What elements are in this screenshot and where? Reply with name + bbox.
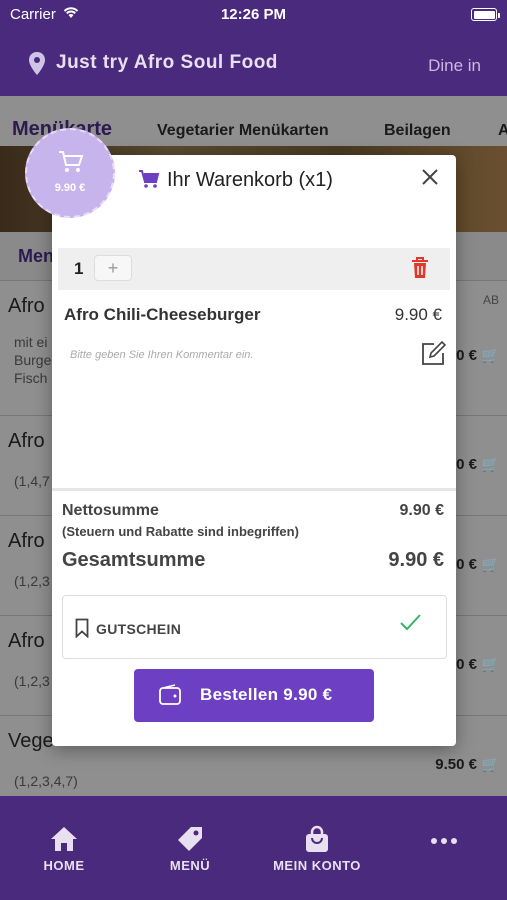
tab-beilagen[interactable]: Beilagen bbox=[384, 122, 451, 140]
add-to-cart-icon[interactable]: 🛒 bbox=[482, 756, 499, 773]
bookmark-icon bbox=[75, 618, 89, 643]
coupon-field[interactable]: GUTSCHEIN bbox=[62, 595, 447, 659]
total-label: Gesamtsumme bbox=[62, 549, 206, 571]
cart-item-price: 9.90 € bbox=[394, 305, 442, 324]
coupon-label: GUTSCHEIN bbox=[96, 621, 182, 637]
increase-quantity-button[interactable]: + bbox=[94, 255, 132, 281]
more-icon[interactable] bbox=[389, 834, 499, 849]
home-icon bbox=[9, 824, 119, 854]
tab-vegetarier[interactable]: Vegetarier Menükarten bbox=[157, 122, 329, 140]
netto-note: (Steuern und Rabatte sind inbegriffen) bbox=[62, 524, 299, 539]
restaurant-name[interactable]: Just try Afro Soul Food bbox=[56, 52, 278, 74]
cart-item-name: Afro Chili-Cheeseburger bbox=[64, 305, 261, 324]
add-to-cart-icon[interactable]: 🛒 bbox=[482, 456, 499, 473]
location-pin-icon[interactable] bbox=[28, 52, 46, 81]
nav-menu[interactable]: MENÜ bbox=[135, 824, 245, 873]
app-header: Carrier 12:26 PM Just try Afro Soul Food… bbox=[0, 0, 507, 96]
nav-home[interactable]: HOME bbox=[9, 824, 119, 873]
wallet-icon bbox=[158, 684, 182, 709]
netto-label: Nettosumme bbox=[62, 502, 159, 519]
trash-icon[interactable] bbox=[410, 256, 430, 285]
bottom-navigation: HOME MENÜ MEIN KONTO bbox=[0, 796, 507, 900]
add-to-cart-icon[interactable]: 🛒 bbox=[482, 556, 499, 573]
modal-title: Ihr Warenkorb (x1) bbox=[167, 169, 333, 191]
total-value: 9.90 € bbox=[388, 549, 444, 571]
cart-total-badge[interactable]: 9.90 € bbox=[25, 128, 115, 218]
order-button-label: Bestellen 9.90 € bbox=[200, 685, 333, 704]
cart-icon bbox=[138, 169, 160, 194]
quantity-bar: 1 + bbox=[58, 248, 450, 290]
add-to-cart-icon[interactable]: 🛒 bbox=[482, 347, 499, 364]
close-icon[interactable] bbox=[418, 165, 442, 189]
status-bar: Carrier 12:26 PM bbox=[0, 5, 507, 25]
edit-icon[interactable] bbox=[420, 340, 447, 372]
tag-icon bbox=[135, 824, 245, 854]
battery-icon bbox=[471, 8, 497, 21]
check-icon[interactable] bbox=[398, 610, 422, 639]
cart-icon bbox=[58, 150, 84, 179]
cart-modal: Ihr Warenkorb (x1) 1 + Afro Chili-Cheese… bbox=[52, 155, 456, 746]
shopping-bag-icon bbox=[262, 824, 372, 854]
divider bbox=[52, 488, 456, 491]
order-button[interactable]: Bestellen 9.90 € bbox=[134, 669, 374, 722]
nav-account[interactable]: MEIN KONTO bbox=[262, 824, 372, 873]
comment-input[interactable]: Bitte geben Sie Ihren Kommentar ein. bbox=[70, 349, 253, 361]
quantity-value: 1 bbox=[74, 259, 84, 278]
dine-in-mode[interactable]: Dine in bbox=[428, 56, 481, 76]
badge-amount: 9.90 € bbox=[54, 182, 86, 194]
netto-value: 9.90 € bbox=[399, 502, 444, 519]
add-to-cart-icon[interactable]: 🛒 bbox=[482, 656, 499, 673]
tab-more[interactable]: A bbox=[498, 122, 507, 140]
clock: 12:26 PM bbox=[220, 6, 287, 23]
